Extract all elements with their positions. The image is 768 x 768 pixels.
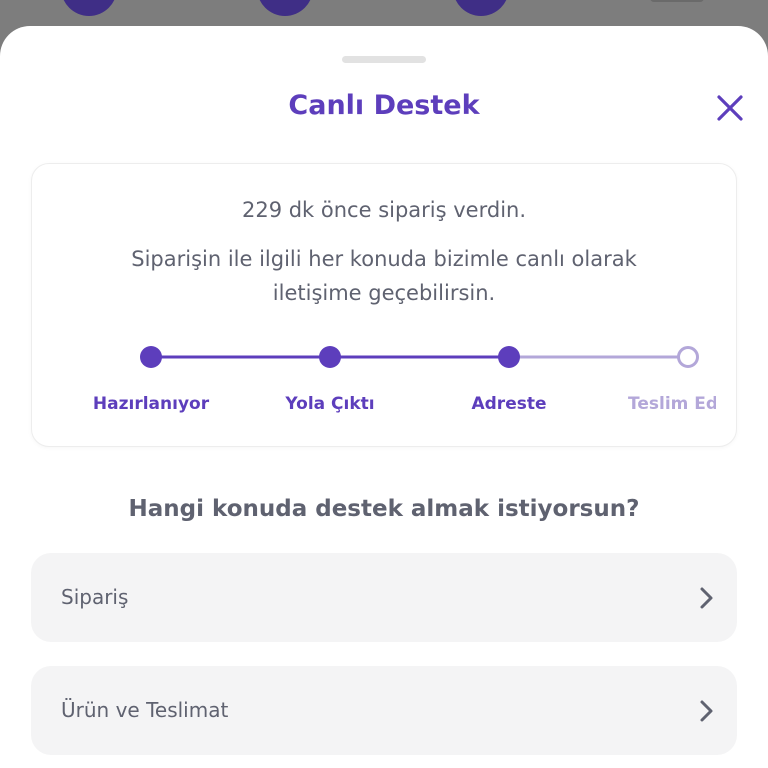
- background-nav-icon: [61, 0, 117, 16]
- step-label-on-the-way: Yola Çıktı: [285, 394, 375, 414]
- background-nav-icon: [453, 0, 509, 16]
- step-dot-completed: [140, 346, 162, 368]
- step-label-delivered: Teslim Edildi: [628, 394, 716, 414]
- background-nav-icon: [257, 0, 313, 16]
- sheet-title: Canlı Destek: [288, 90, 480, 121]
- background-nav-icon: [650, 0, 704, 2]
- step-dot-completed: [319, 346, 341, 368]
- chevron-right-icon: [700, 587, 713, 609]
- order-progress-tracker: Hazırlanıyor Yola Çıktı Adreste Teslim E…: [32, 164, 736, 446]
- support-option-label: Sipariş: [61, 585, 129, 609]
- support-question: Hangi konuda destek almak istiyorsun?: [128, 496, 640, 522]
- support-option-product-delivery[interactable]: Ürün ve Teslimat: [31, 666, 737, 755]
- sheet-drag-handle[interactable]: [342, 56, 426, 63]
- step-dot-pending: [677, 346, 699, 368]
- order-status-card: 229 dk önce sipariş verdin. Siparişin il…: [31, 163, 737, 447]
- close-icon: [717, 95, 743, 121]
- live-support-sheet: Canlı Destek 229 dk önce sipariş verdin.…: [0, 26, 768, 768]
- step-dot-completed: [498, 346, 520, 368]
- close-button[interactable]: [710, 88, 750, 128]
- step-label-at-address: Adreste: [471, 394, 547, 414]
- step-label-preparing: Hazırlanıyor: [92, 394, 210, 414]
- support-option-label: Ürün ve Teslimat: [61, 698, 229, 722]
- chevron-right-icon: [700, 700, 713, 722]
- support-option-order[interactable]: Sipariş: [31, 553, 737, 642]
